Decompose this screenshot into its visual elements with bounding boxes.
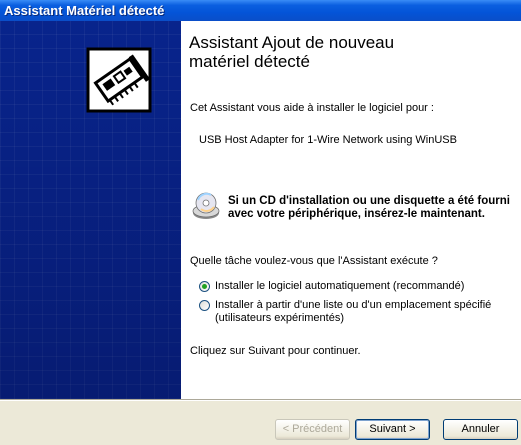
wizard-content: Assistant Ajout de nouveau matériel déte… <box>181 21 521 399</box>
wizard-side-panel <box>0 21 181 399</box>
cd-note: Si un CD d'installation ou une disquette… <box>228 195 510 220</box>
intro-text: Cet Assistant vous aide à installer le l… <box>190 102 434 114</box>
footer-divider <box>0 399 521 401</box>
radio-install-from-list-label: Installer à partir d'une liste ou d'un e… <box>215 299 492 324</box>
radio-button-selected[interactable] <box>199 281 210 292</box>
previous-button[interactable]: < Précédent <box>275 419 350 440</box>
heading-line-1: Assistant Ajout de nouveau <box>189 33 395 52</box>
continue-hint: Cliquez sur Suivant pour continuer. <box>190 345 361 357</box>
hardware-card-icon <box>86 47 152 113</box>
cancel-button[interactable]: Annuler <box>443 419 518 440</box>
heading-line-2: matériel détecté <box>189 52 310 71</box>
wizard-heading: Assistant Ajout de nouveau matériel déte… <box>189 33 509 71</box>
radio-button-unselected[interactable] <box>199 300 210 311</box>
radio-install-auto[interactable]: Installer le logiciel automatiquement (r… <box>199 280 464 293</box>
radio-install-from-list[interactable]: Installer à partir d'une liste ou d'un e… <box>199 299 514 325</box>
next-button[interactable]: Suivant > <box>355 419 430 440</box>
window-title: Assistant Matériel détecté <box>0 0 521 21</box>
device-name: USB Host Adapter for 1-Wire Network usin… <box>199 134 457 146</box>
cd-disc-icon <box>191 191 221 221</box>
radio-install-auto-label: Installer le logiciel automatiquement (r… <box>215 280 465 292</box>
task-question: Quelle tâche voulez-vous que l'Assistant… <box>190 255 438 267</box>
